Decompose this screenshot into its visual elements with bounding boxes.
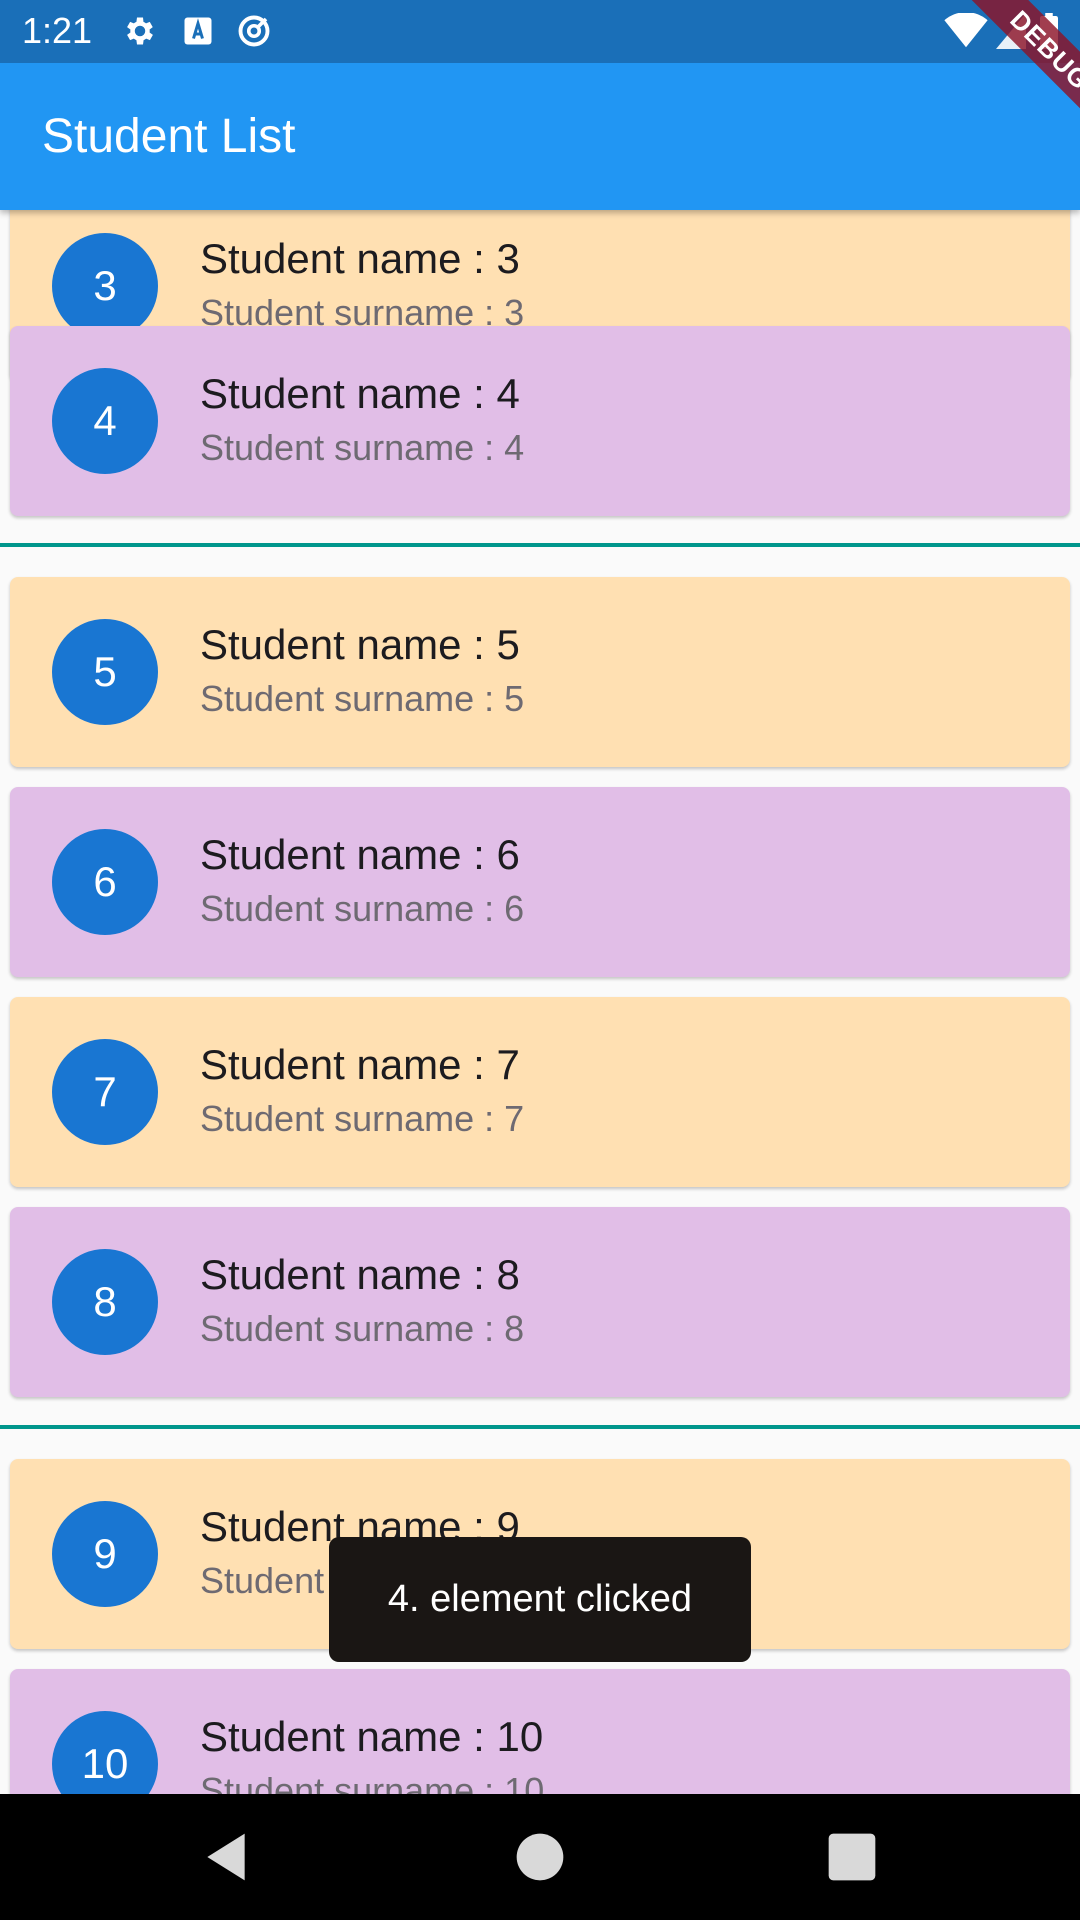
gear-icon — [127, 17, 153, 45]
student-avatar: 6 — [52, 829, 158, 935]
student-avatar: 10 — [52, 1711, 158, 1794]
student-avatar: 8 — [52, 1249, 158, 1355]
student-avatar: 3 — [52, 233, 158, 339]
wifi-icon — [944, 13, 988, 48]
back-icon[interactable] — [198, 1829, 254, 1885]
font-download-icon — [184, 17, 212, 45]
student-surname: Student surname : 8 — [200, 1308, 525, 1349]
student-name: Student name : 7 — [200, 1041, 520, 1088]
student-name: Student name : 3 — [200, 235, 520, 282]
student-avatar: 5 — [52, 619, 158, 725]
page-title: Student List — [42, 110, 296, 163]
toast-message: 4. element clicked — [329, 1537, 751, 1662]
student-surname: Student surname : 6 — [200, 888, 525, 929]
home-icon[interactable] — [512, 1829, 568, 1885]
student-avatar: 9 — [52, 1501, 158, 1607]
student-avatar: 7 — [52, 1039, 158, 1145]
student-surname: Student surname : 10 — [200, 1770, 545, 1794]
student-surname: Student surname : 5 — [200, 678, 525, 719]
student-surname: Student surname : 4 — [200, 427, 525, 468]
student-card[interactable]: 8 Student name : 8 Student surname : 8 — [10, 1207, 1070, 1397]
student-card[interactable]: 7 Student name : 7 Student surname : 7 — [10, 997, 1070, 1187]
app-bar: Student List — [0, 63, 1080, 210]
list-divider — [0, 1425, 1080, 1429]
student-card[interactable]: 10 Student name : 10 Student surname : 1… — [10, 1669, 1070, 1794]
student-card[interactable]: 4 Student name : 4 Student surname : 4 — [10, 326, 1070, 516]
student-card[interactable]: 5 Student name : 5 Student surname : 5 — [10, 577, 1070, 767]
list-divider — [0, 543, 1080, 547]
navigation-bar — [0, 1794, 1080, 1920]
status-time: 1:21 — [22, 10, 93, 51]
status-bar: 1:21 — [0, 0, 1080, 63]
recents-icon[interactable] — [824, 1829, 880, 1885]
student-name: Student name : 10 — [200, 1713, 544, 1760]
at-sign-icon — [238, 15, 270, 47]
student-surname: Student surname : 7 — [200, 1098, 525, 1139]
student-name: Student name : 6 — [200, 831, 520, 878]
student-avatar: 4 — [52, 368, 158, 474]
student-card[interactable]: 6 Student name : 6 Student surname : 6 — [10, 787, 1070, 977]
student-name: Student name : 4 — [200, 370, 520, 417]
student-name: Student name : 5 — [200, 621, 520, 668]
student-name: Student name : 8 — [200, 1251, 520, 1298]
